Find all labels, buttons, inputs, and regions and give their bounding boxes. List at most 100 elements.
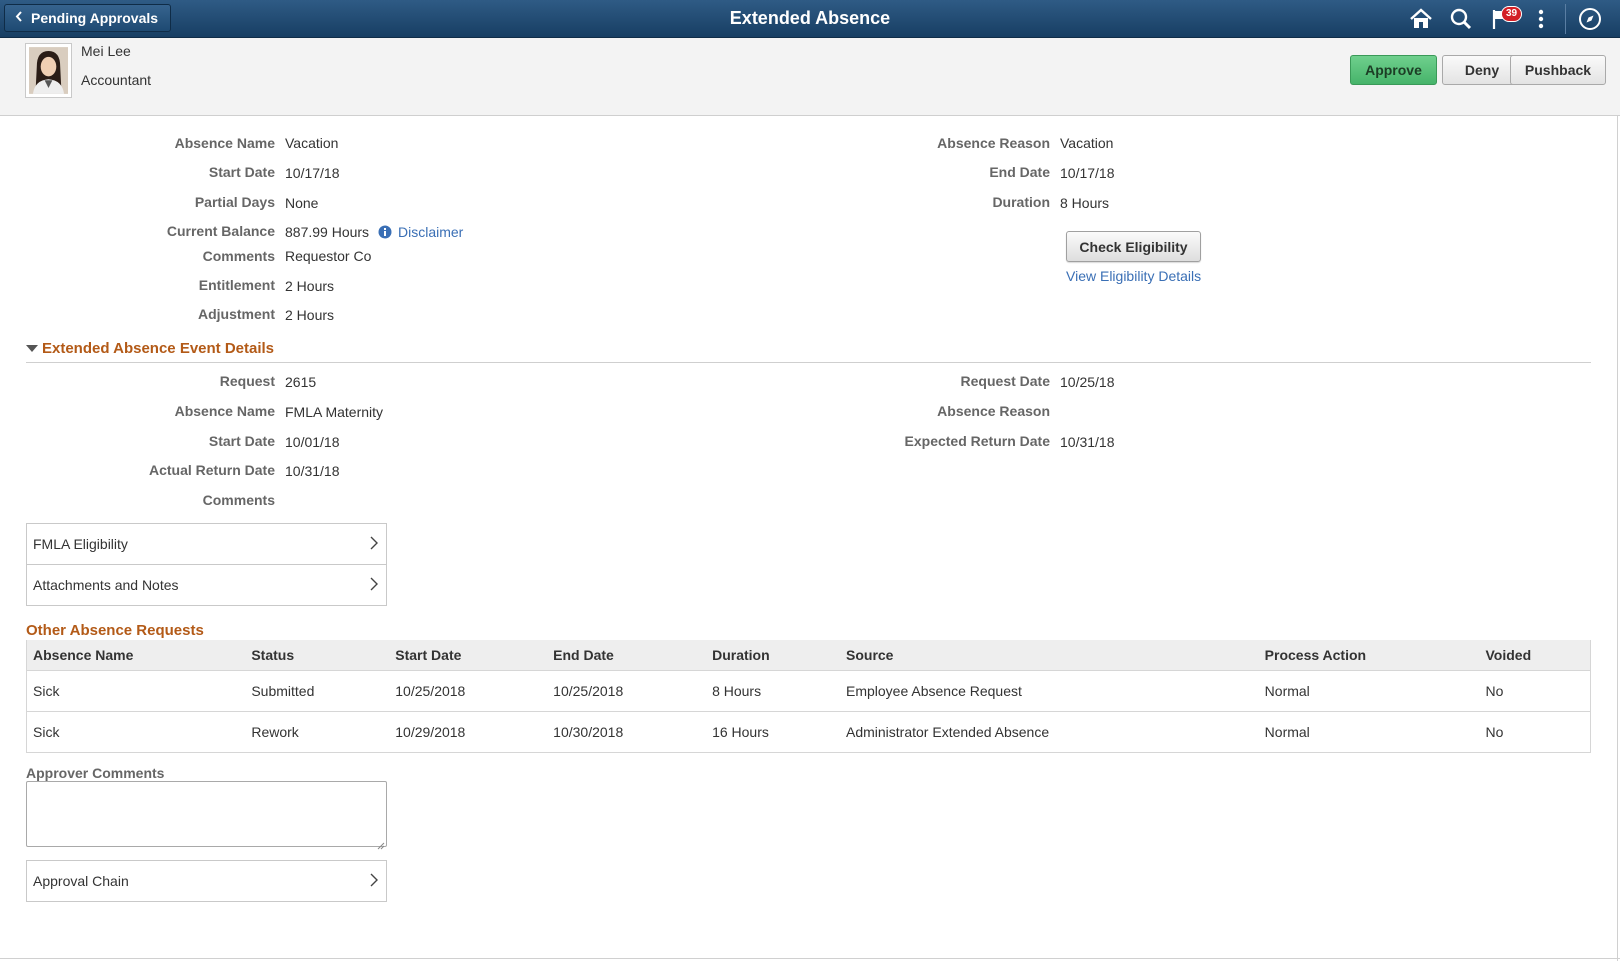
column-header[interactable]: Start Date xyxy=(389,640,548,670)
table-cell: 8 Hours xyxy=(706,669,840,711)
approver-comments-textarea[interactable] xyxy=(26,781,387,847)
table-cell: Submitted xyxy=(245,669,390,711)
event-absence-reason-label: Absence Reason xyxy=(937,403,1050,419)
request-value: 2615 xyxy=(285,374,317,390)
table-cell: Normal xyxy=(1258,710,1480,753)
approve-button[interactable]: Approve xyxy=(1350,55,1437,85)
absence-name-label: Absence Name xyxy=(174,135,275,151)
start-date-value: 10/17/18 xyxy=(285,165,340,181)
back-button-label: Pending Approvals xyxy=(31,10,159,26)
request-label: Request xyxy=(219,373,275,389)
view-eligibility-details-link[interactable]: View Eligibility Details xyxy=(1066,268,1201,284)
disclaimer-link[interactable]: Disclaimer xyxy=(398,224,463,240)
notification-count-badge: 39 xyxy=(1501,6,1523,22)
table-row: Sick Rework 10/29/2018 10/30/2018 16 Hou… xyxy=(26,710,1591,753)
column-header[interactable]: Voided xyxy=(1479,640,1591,670)
column-header[interactable]: End Date xyxy=(547,640,707,670)
comments-label: Comments xyxy=(202,248,275,264)
actual-return-date-label: Actual Return Date xyxy=(148,462,275,478)
other-absence-requests-title: Other Absence Requests xyxy=(26,622,204,639)
event-absence-name-label: Absence Name xyxy=(174,403,275,419)
top-banner: Pending Approvals Extended Absence 39 xyxy=(0,0,1620,38)
current-balance-label: Current Balance xyxy=(166,223,275,239)
partial-days-label: Partial Days xyxy=(194,194,275,210)
expected-return-date-label: Expected Return Date xyxy=(904,433,1050,449)
navbar-compass-icon[interactable] xyxy=(1570,0,1610,37)
duration-label: Duration xyxy=(992,194,1050,210)
table-cell: Sick xyxy=(26,669,246,711)
end-date-value: 10/17/18 xyxy=(1060,165,1115,181)
check-eligibility-button[interactable]: Check Eligibility xyxy=(1066,231,1201,262)
employee-name: Mei Lee xyxy=(81,43,131,59)
partial-days-value: None xyxy=(285,195,319,211)
table-cell: 16 Hours xyxy=(706,710,840,753)
adjustment-label: Adjustment xyxy=(198,306,275,322)
table-cell: No xyxy=(1479,710,1591,753)
event-details-section-title: Extended Absence Event Details xyxy=(42,340,275,357)
event-absence-name-value: FMLA Maternity xyxy=(285,404,384,420)
column-header[interactable]: Process Action xyxy=(1258,640,1480,670)
pushback-button[interactable]: Pushback xyxy=(1510,55,1606,85)
request-date-value: 10/25/18 xyxy=(1060,374,1115,390)
employee-header: Mei Lee Accountant Approve Deny Pushback xyxy=(0,38,1620,116)
absence-reason-value: Vacation xyxy=(1060,135,1114,151)
entitlement-label: Entitlement xyxy=(198,277,275,293)
home-icon[interactable] xyxy=(1401,0,1441,37)
attachments-and-notes-label: Attachments and Notes xyxy=(33,577,179,593)
employee-photo xyxy=(25,43,72,98)
column-header[interactable]: Source xyxy=(840,640,1259,670)
resize-grip-icon[interactable] xyxy=(377,837,385,853)
table-cell: No xyxy=(1479,669,1591,711)
duration-value: 8 Hours xyxy=(1060,195,1110,211)
chevron-right-icon xyxy=(370,536,378,553)
end-date-label: End Date xyxy=(989,164,1050,180)
expected-return-date-value: 10/31/18 xyxy=(1060,434,1115,450)
start-date-label: Start Date xyxy=(208,164,275,180)
request-date-label: Request Date xyxy=(960,373,1050,389)
page-title: Extended Absence xyxy=(729,8,891,28)
approval-chain-row[interactable]: Approval Chain xyxy=(26,860,387,902)
actual-return-date-value: 10/31/18 xyxy=(285,463,340,479)
chevron-right-icon xyxy=(370,873,378,890)
page-right-border xyxy=(1617,116,1618,961)
banner-divider xyxy=(1565,3,1566,34)
column-header[interactable]: Duration xyxy=(706,640,840,670)
table-cell: 10/25/2018 xyxy=(547,669,707,711)
back-button[interactable]: Pending Approvals xyxy=(4,4,172,32)
fmla-eligibility-label: FMLA Eligibility xyxy=(33,536,128,552)
table-cell: Rework xyxy=(245,710,390,753)
table-cell: 10/29/2018 xyxy=(389,710,548,753)
info-icon[interactable] xyxy=(378,225,392,242)
table-row: Sick Submitted 10/25/2018 10/25/2018 8 H… xyxy=(26,669,1591,711)
table-cell: Employee Absence Request xyxy=(840,669,1259,711)
absence-reason-label: Absence Reason xyxy=(937,135,1050,151)
search-icon[interactable] xyxy=(1441,0,1481,37)
actions-menu-icon[interactable] xyxy=(1521,0,1561,37)
approval-chain-label: Approval Chain xyxy=(33,873,129,889)
fmla-eligibility-row[interactable]: FMLA Eligibility xyxy=(26,523,387,565)
adjustment-value: 2 Hours xyxy=(285,307,335,323)
section-divider xyxy=(26,362,1591,363)
column-header[interactable]: Status xyxy=(245,640,390,670)
table-cell: Normal xyxy=(1258,669,1480,711)
event-details-section-header[interactable]: Extended Absence Event Details xyxy=(26,340,274,357)
collapse-triangle-icon xyxy=(26,345,38,352)
table-cell: Administrator Extended Absence xyxy=(840,710,1259,753)
event-start-date-value: 10/01/18 xyxy=(285,434,340,450)
banner-toolbar: 39 xyxy=(1401,0,1610,37)
event-comments-label: Comments xyxy=(202,492,275,508)
comments-value: Requestor Co xyxy=(285,248,372,264)
column-header[interactable]: Absence Name xyxy=(26,640,246,670)
page-bottom-border xyxy=(0,958,1620,959)
other-absence-requests-table: Absence Name Status Start Date End Date … xyxy=(26,640,1591,753)
table-cell: Sick xyxy=(26,710,246,753)
employee-job-title: Accountant xyxy=(81,72,152,88)
entitlement-value: 2 Hours xyxy=(285,278,335,294)
event-start-date-label: Start Date xyxy=(208,433,275,449)
table-cell: 10/25/2018 xyxy=(389,669,548,711)
absence-name-value: Vacation xyxy=(285,135,339,151)
chevron-left-icon xyxy=(15,11,23,25)
attachments-and-notes-row[interactable]: Attachments and Notes xyxy=(26,564,387,606)
current-balance-value: 887.99 Hours xyxy=(285,224,370,240)
notification-flag-icon[interactable]: 39 xyxy=(1481,0,1523,37)
